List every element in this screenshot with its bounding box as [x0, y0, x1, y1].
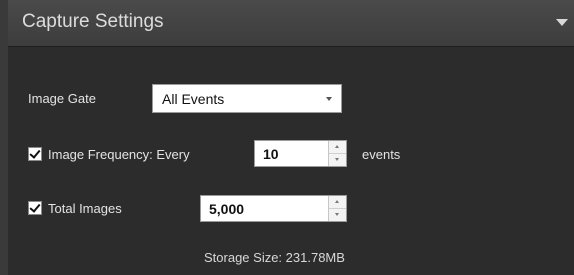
- spin-down-arrow-icon[interactable]: [329, 154, 346, 166]
- triangle-down-icon[interactable]: [556, 19, 568, 26]
- image-gate-label: Image Gate: [28, 91, 96, 106]
- total-images-checkbox[interactable]: [28, 201, 42, 215]
- checkmark-icon: [29, 147, 41, 159]
- image-frequency-value[interactable]: 10: [263, 146, 279, 162]
- total-images-value[interactable]: 5,000: [209, 201, 244, 217]
- total-images-spinner[interactable]: 5,000: [200, 195, 347, 222]
- panel-title: Capture Settings: [22, 11, 164, 32]
- spin-down-arrow-icon[interactable]: [329, 209, 346, 221]
- image-frequency-checkbox[interactable]: [28, 147, 42, 161]
- storage-size-text: Storage Size: 231.78MB: [204, 250, 345, 265]
- image-frequency-spinner[interactable]: 10: [254, 140, 347, 167]
- image-gate-select[interactable]: All Events: [152, 84, 342, 113]
- spin-up-arrow-icon[interactable]: [329, 196, 346, 209]
- panel-header[interactable]: Capture Settings: [8, 0, 574, 47]
- total-images-spin-buttons: [328, 196, 346, 221]
- capture-settings-panel: Capture Settings Image Gate All Events I…: [0, 0, 574, 275]
- chevron-down-icon[interactable]: [326, 97, 332, 101]
- image-frequency-label: Image Frequency: Every: [48, 147, 190, 162]
- spin-up-arrow-icon[interactable]: [329, 141, 346, 154]
- total-images-label: Total Images: [48, 201, 122, 216]
- image-gate-selected-value: All Events: [162, 91, 225, 107]
- checkmark-icon: [29, 201, 41, 213]
- image-frequency-spin-buttons: [328, 141, 346, 166]
- image-frequency-suffix: events: [362, 147, 401, 162]
